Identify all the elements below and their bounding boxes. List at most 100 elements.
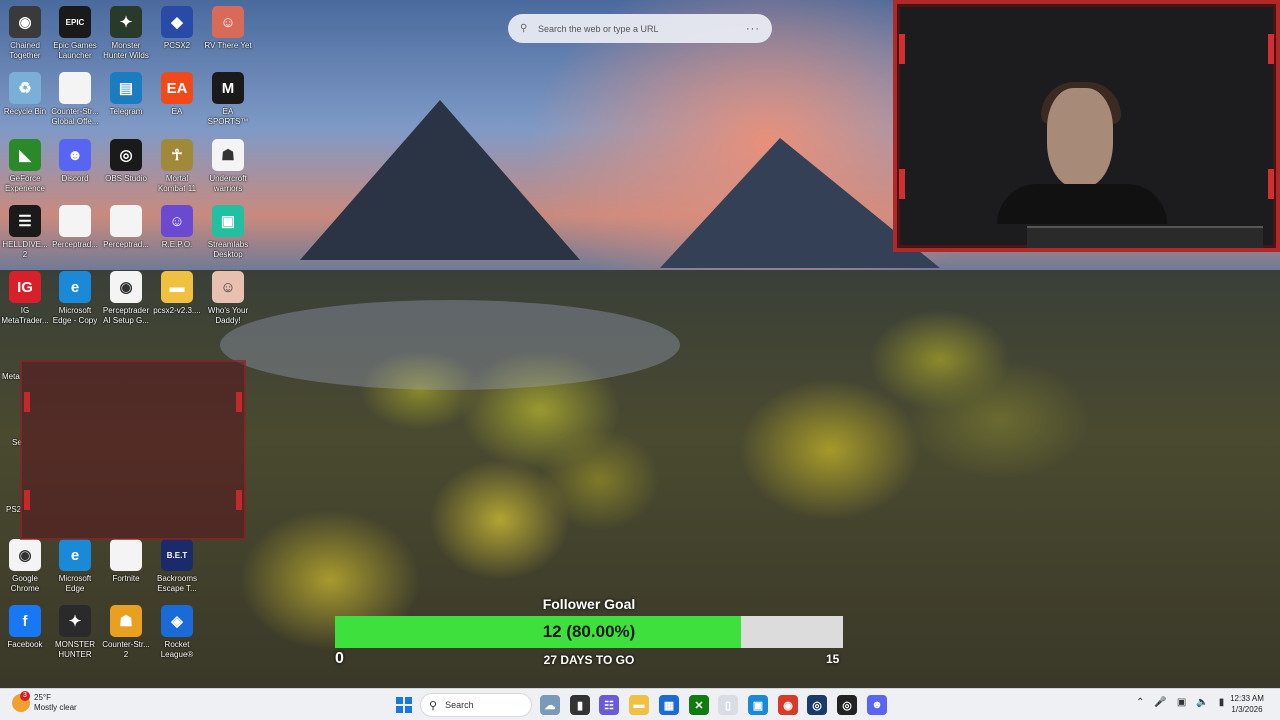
desktop-icon[interactable]: B.E.T Backrooms Escape T... <box>152 539 202 594</box>
start-button[interactable] <box>396 697 412 713</box>
webcam-bracket-left-lower <box>899 169 905 199</box>
desktop-icon[interactable]: IG IG MetaTrader... <box>0 271 50 326</box>
microphone-icon[interactable]: 🎤 <box>1154 697 1166 708</box>
discord-icon[interactable]: ☻ <box>867 695 887 715</box>
desktop-icon[interactable]: ◉ Chained Together <box>0 6 50 61</box>
desktop-icon[interactable]: ▣ Streamlabs Desktop <box>203 205 253 260</box>
desktop-icon-label: EA SPORTS™ Madden N... <box>207 107 249 126</box>
desktop-icon[interactable]: ☰ HELLDIVE... 2 <box>0 205 50 260</box>
obs-icon[interactable]: ◎ <box>837 695 857 715</box>
chrome-icon: ◉ <box>9 539 41 571</box>
more-options-icon[interactable]: ··· <box>746 23 760 35</box>
desktop-icon-label: Backrooms Escape T... <box>156 574 197 593</box>
system-tray: ⌃ 🎤 ▣ 🔈 ▮ <box>1136 697 1224 708</box>
web-search-bar[interactable]: ⚲ Search the web or type a URL ··· <box>508 14 772 43</box>
webcam-shoulders <box>997 184 1167 224</box>
overlay-bracket-right <box>236 392 242 412</box>
notepad-icon[interactable]: ▯ <box>718 695 738 715</box>
desktop-icon[interactable]: Perceptrad... <box>50 205 100 250</box>
follower-goal-title: Follower Goal <box>542 596 636 612</box>
taskbar-search[interactable]: ⚲ Search <box>420 693 532 717</box>
file-icon <box>110 205 142 237</box>
nvidia-icon: ◣ <box>9 139 41 171</box>
taskbar-search-label: Search <box>445 700 474 710</box>
xbox-icon[interactable]: ✕ <box>689 695 709 715</box>
task-view-icon[interactable]: ▮ <box>570 695 590 715</box>
desktop-icon[interactable]: ▬ pcsx2-v2.3.... <box>152 271 202 316</box>
stream-overlay-frame <box>20 360 246 540</box>
desktop-icon[interactable]: ◉ Perceptrader AI Setup G... <box>101 271 151 326</box>
desktop-icon[interactable]: EA EA <box>152 72 202 117</box>
desktop-icon[interactable]: ✦ Monster Hunter Wilds <box>101 6 151 61</box>
taskbar-clock[interactable]: 12:33 AM 1/3/2026 <box>1224 693 1270 715</box>
weather-badge: 3 <box>20 691 30 701</box>
widgets-icon[interactable]: ☁ <box>540 695 560 715</box>
file-icon <box>59 72 91 104</box>
desktop-icon[interactable]: ◈ Rocket League® <box>152 605 202 660</box>
desktop-icon[interactable]: ♻ Recycle Bin <box>0 72 50 117</box>
taskbar-time: 12:33 AM <box>1230 694 1264 703</box>
desktop-icon[interactable]: ☗ Undercroft warriors <box>203 139 253 194</box>
overlay-bracket-left <box>24 392 30 412</box>
network-icon[interactable]: ▣ <box>1177 697 1186 708</box>
windows-logo-pane <box>396 706 403 713</box>
desktop-icon-label: Rocket League® <box>160 640 194 659</box>
desktop-icon[interactable]: f Facebook <box>0 605 50 650</box>
game-icon: ☥ <box>161 139 193 171</box>
chrome-icon[interactable]: ◉ <box>778 695 798 715</box>
weather-widget[interactable]: 3 25°F Mostly clear <box>12 691 77 713</box>
desktop-icon-label: Undercroft warriors <box>209 174 247 193</box>
remote-desktop-icon[interactable]: ▣ <box>748 695 768 715</box>
game-icon: ☺ <box>161 205 193 237</box>
desktop-icon[interactable]: e Microsoft Edge <box>50 539 100 594</box>
desktop-icon[interactable]: Fortnite <box>101 539 151 584</box>
desktop-icon[interactable]: Counter-Str... Global Offe... <box>50 72 100 127</box>
teams-icon[interactable]: ☷ <box>599 695 619 715</box>
game-icon: ◉ <box>9 6 41 38</box>
desktop-icon[interactable]: ☺ Who's Your Daddy! <box>203 271 253 326</box>
volume-icon[interactable]: 🔈 <box>1196 697 1208 708</box>
webcam-bracket-right <box>1268 34 1274 64</box>
overlay-bracket-left-lower <box>24 490 30 510</box>
desktop-icon[interactable]: ◉ Google Chrome <box>0 539 50 594</box>
desktop-icon[interactable]: ☻ Discord <box>50 139 100 184</box>
steam-icon[interactable]: ◎ <box>807 695 827 715</box>
store-icon[interactable]: ▦ <box>659 695 679 715</box>
desktop-icon[interactable]: ◆ PCSX2 <box>152 6 202 51</box>
game-icon: M <box>212 72 244 104</box>
desktop-icon-label: HELLDIVE... 2 <box>2 240 48 259</box>
desktop-icon[interactable]: ◣ GeForce Experience <box>0 139 50 194</box>
desktop-icon[interactable]: ▤ Telegram <box>101 72 151 117</box>
desktop-icon[interactable]: M EA SPORTS™ Madden N... <box>203 72 253 127</box>
desktop-icon-label: Telegram <box>109 107 143 116</box>
desktop-icon[interactable]: ☺ R.E.P.O. <box>152 205 202 250</box>
follower-goal-track: 12 (80.00%) <box>335 616 843 648</box>
desktop-icon-label: Monster Hunter Wilds <box>103 41 149 60</box>
game-icon: ☺ <box>212 271 244 303</box>
webcam-bracket-right-lower <box>1268 169 1274 199</box>
desktop-icon[interactable]: EPIC Epic Games Launcher <box>50 6 100 61</box>
show-hidden-icons-chevron-icon[interactable]: ⌃ <box>1136 697 1144 708</box>
desktop-icon-label: Counter-Str... 2 <box>102 640 150 659</box>
weather-temp: 25°F <box>34 693 51 702</box>
webcam-overlay <box>893 0 1280 252</box>
follower-goal-max: 15 <box>826 652 840 666</box>
webcam-bracket-left <box>899 34 905 64</box>
windows-logo-pane <box>405 706 412 713</box>
desktop-icon[interactable]: Perceptrad... <box>101 205 151 250</box>
file-explorer-icon[interactable]: ▬ <box>629 695 649 715</box>
desktop-icon-label: Microsoft Edge <box>58 574 92 593</box>
desktop-icon[interactable]: ☗ Counter-Str... 2 <box>101 605 151 660</box>
web-search-placeholder: Search the web or type a URL <box>538 23 659 34</box>
desktop-icon[interactable]: ☥ Mortal Kombat 11 <box>152 139 202 194</box>
desktop-icon[interactable]: ☺ RV There Yet <box>203 6 253 51</box>
desktop-icon-label: Mortal Kombat 11 <box>157 174 197 193</box>
desktop-icon[interactable]: ✦ MONSTER HUNTER RI... <box>50 605 100 660</box>
desktop-icon-label: Google Chrome <box>10 574 40 593</box>
desktop-icon-label: Microsoft Edge - Copy <box>52 306 98 325</box>
desktop-icon[interactable]: ◎ OBS Studio <box>101 139 151 184</box>
desktop-icon-label: RV There Yet <box>204 41 252 50</box>
desktop-icon[interactable]: e Microsoft Edge - Copy <box>50 271 100 326</box>
game-icon: B.E.T <box>161 539 193 571</box>
game-icon: ☺ <box>212 6 244 38</box>
